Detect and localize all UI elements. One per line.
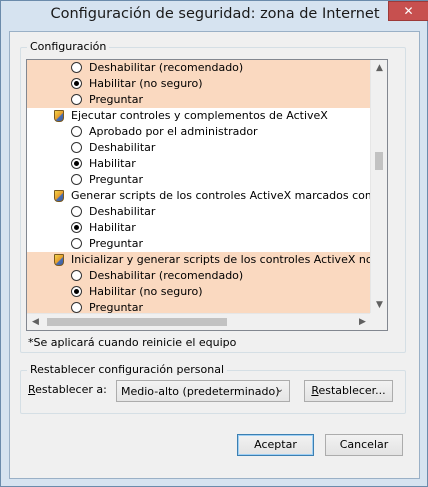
radio-unselected[interactable] bbox=[71, 142, 82, 153]
radio-unselected[interactable] bbox=[71, 238, 82, 249]
scroll-right-icon[interactable]: ▶ bbox=[354, 314, 371, 330]
reset-to-label: Restablecer a: bbox=[28, 383, 107, 396]
scrollbar-corner bbox=[370, 313, 387, 330]
settings-option-label: Habilitar bbox=[89, 221, 136, 234]
settings-list-viewport: Deshabilitar (recomendado) Habilitar (no … bbox=[27, 60, 371, 314]
radio-selected[interactable] bbox=[71, 158, 82, 169]
reset-label-text: establecer a: bbox=[35, 383, 107, 396]
settings-option-label: Deshabilitar (recomendado) bbox=[89, 61, 244, 74]
restart-note: *Se aplicará cuando reinicie el equipo bbox=[28, 336, 237, 349]
radio-unselected[interactable] bbox=[71, 302, 82, 313]
settings-group-title: Configuración bbox=[27, 40, 110, 53]
horizontal-scrollbar[interactable]: ◀ ▶ bbox=[27, 313, 371, 330]
close-button[interactable]: ✕ bbox=[388, 1, 428, 21]
window-title: Configuración de seguridad: zona de Inte… bbox=[50, 6, 380, 22]
radio-unselected[interactable] bbox=[71, 174, 82, 185]
settings-option[interactable]: Habilitar (no seguro) bbox=[27, 284, 371, 300]
radio-unselected[interactable] bbox=[71, 126, 82, 137]
radio-unselected[interactable] bbox=[71, 206, 82, 217]
settings-option[interactable]: Preguntar bbox=[27, 92, 371, 108]
settings-option[interactable]: Deshabilitar (recomendado) bbox=[27, 60, 371, 76]
radio-unselected[interactable] bbox=[71, 270, 82, 281]
cancel-button[interactable]: Cancelar bbox=[325, 434, 403, 456]
horizontal-scroll-thumb[interactable] bbox=[47, 318, 227, 326]
reset-level-select[interactable]: Medio-alto (predeterminado) ⌄ bbox=[116, 380, 290, 402]
scroll-up-icon[interactable]: ▲ bbox=[371, 60, 387, 77]
shield-icon bbox=[54, 190, 64, 202]
settings-option[interactable]: Habilitar (no seguro) bbox=[27, 76, 371, 92]
radio-selected[interactable] bbox=[71, 286, 82, 297]
settings-option-label: Preguntar bbox=[89, 93, 143, 106]
settings-option[interactable]: Habilitar bbox=[27, 156, 371, 172]
settings-option-label: Deshabilitar (recomendado) bbox=[89, 269, 244, 282]
settings-option-label: Habilitar (no seguro) bbox=[89, 77, 203, 90]
reset-button-label: establecer... bbox=[318, 384, 386, 397]
settings-option[interactable]: Preguntar bbox=[27, 300, 371, 314]
scroll-left-icon[interactable]: ◀ bbox=[27, 314, 44, 330]
scroll-down-icon[interactable]: ▼ bbox=[371, 297, 387, 314]
radio-unselected[interactable] bbox=[71, 94, 82, 105]
settings-category-label: Ejecutar controles y complementos de Act… bbox=[71, 109, 328, 122]
reset-level-value: Medio-alto (predeterminado) bbox=[121, 385, 280, 398]
settings-option[interactable]: Preguntar bbox=[27, 172, 371, 188]
settings-option-label: Habilitar (no seguro) bbox=[89, 285, 203, 298]
settings-category[interactable]: Generar scripts de los controles ActiveX… bbox=[27, 188, 371, 204]
settings-option-label: Deshabilitar bbox=[89, 141, 156, 154]
shield-icon bbox=[54, 110, 64, 122]
radio-selected[interactable] bbox=[71, 78, 82, 89]
settings-option-label: Preguntar bbox=[89, 173, 143, 186]
settings-category-label: Inicializar y generar scripts de los con… bbox=[71, 253, 371, 266]
settings-option-label: Preguntar bbox=[89, 237, 143, 250]
settings-option-label: Aprobado por el administrador bbox=[89, 125, 258, 138]
settings-option-label: Deshabilitar bbox=[89, 205, 156, 218]
chevron-down-icon: ⌄ bbox=[275, 384, 284, 395]
settings-list[interactable]: Deshabilitar (recomendado) Habilitar (no … bbox=[26, 59, 388, 331]
reset-group-title: Restablecer configuración personal bbox=[27, 363, 228, 376]
settings-option[interactable]: Aprobado por el administrador bbox=[27, 124, 371, 140]
settings-option-label: Habilitar bbox=[89, 157, 136, 170]
settings-option[interactable]: Deshabilitar bbox=[27, 140, 371, 156]
vertical-scroll-thumb[interactable] bbox=[375, 152, 383, 170]
radio-selected[interactable] bbox=[71, 222, 82, 233]
settings-option-label: Preguntar bbox=[89, 301, 143, 314]
settings-category-label: Generar scripts de los controles ActiveX… bbox=[71, 189, 371, 202]
settings-option[interactable]: Preguntar bbox=[27, 236, 371, 252]
vertical-scrollbar[interactable]: ▲ ▼ bbox=[370, 60, 387, 314]
settings-category[interactable]: Inicializar y generar scripts de los con… bbox=[27, 252, 371, 268]
shield-icon bbox=[54, 254, 64, 266]
settings-category[interactable]: Ejecutar controles y complementos de Act… bbox=[27, 108, 371, 124]
settings-option[interactable]: Deshabilitar (recomendado) bbox=[27, 268, 371, 284]
radio-unselected[interactable] bbox=[71, 62, 82, 73]
settings-option[interactable]: Habilitar bbox=[27, 220, 371, 236]
settings-option[interactable]: Deshabilitar bbox=[27, 204, 371, 220]
ok-button[interactable]: Aceptar bbox=[237, 434, 314, 456]
reset-button[interactable]: Restablecer... bbox=[304, 380, 393, 402]
